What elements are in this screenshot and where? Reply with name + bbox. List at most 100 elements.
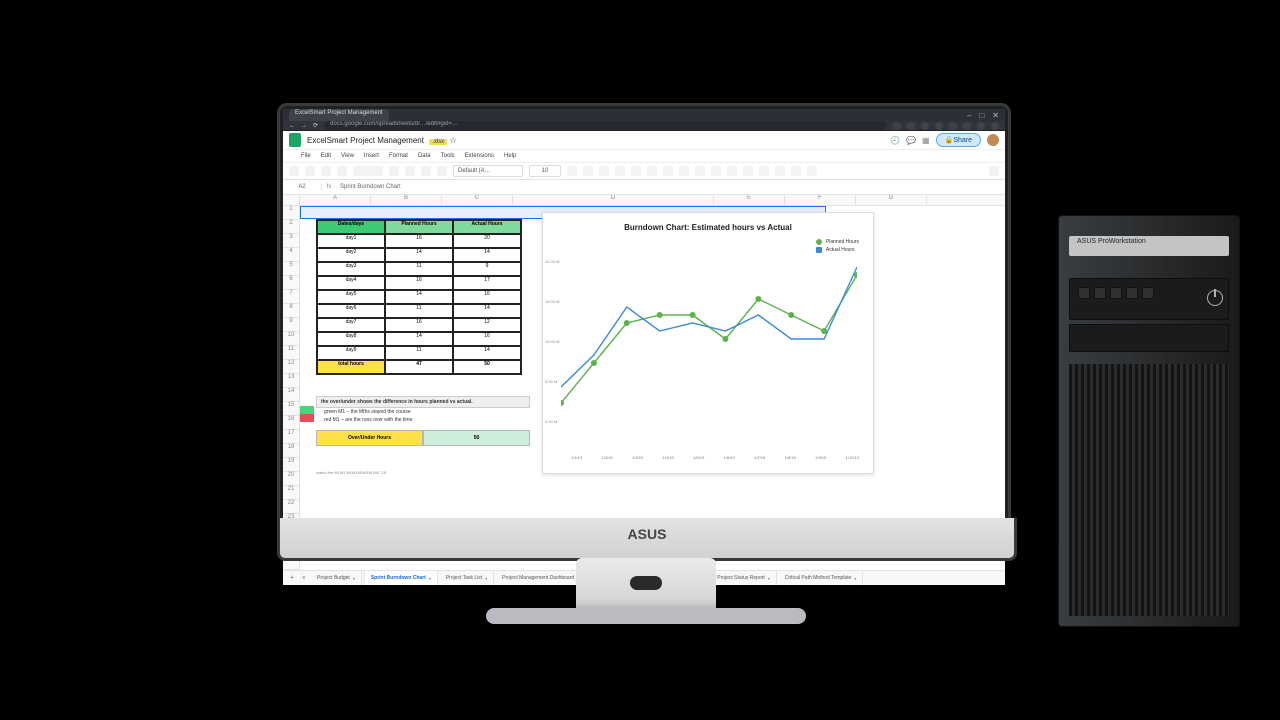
table-cell[interactable]: 12 bbox=[453, 318, 521, 332]
col-header[interactable]: G bbox=[856, 195, 927, 205]
row-header[interactable]: 21 bbox=[283, 486, 299, 500]
td-total-actual[interactable]: 50 bbox=[453, 360, 521, 374]
ext-icon[interactable] bbox=[921, 122, 929, 130]
ext-icon[interactable] bbox=[935, 122, 943, 130]
sheet-tab-menu-icon[interactable]: ▾ bbox=[485, 576, 487, 581]
table-cell[interactable]: day8 bbox=[317, 332, 385, 346]
row-header[interactable]: 22 bbox=[283, 500, 299, 514]
font-size-select[interactable]: 10 bbox=[529, 165, 561, 177]
share-button[interactable]: 🔒 Share bbox=[936, 133, 981, 147]
ext-icon[interactable] bbox=[907, 122, 915, 130]
table-cell[interactable]: 14 bbox=[453, 346, 521, 360]
nav-reload-icon[interactable]: ⟳ bbox=[313, 122, 318, 129]
row-headers[interactable]: 1234567891011121314151617181920212223242… bbox=[283, 206, 300, 570]
decimal-dec-icon[interactable] bbox=[421, 166, 431, 176]
sheet-tab[interactable]: Sprint Burndown Chart▾ bbox=[364, 571, 438, 585]
maximize-icon[interactable]: □ bbox=[979, 111, 984, 120]
th-actual[interactable]: Actual Hours bbox=[453, 220, 521, 234]
row-header[interactable]: 17 bbox=[283, 430, 299, 444]
strike-icon[interactable] bbox=[599, 166, 609, 176]
ext-icon[interactable] bbox=[991, 122, 999, 130]
table-cell[interactable]: day4 bbox=[317, 276, 385, 290]
row-header[interactable]: 7 bbox=[283, 290, 299, 304]
col-header[interactable]: E bbox=[714, 195, 785, 205]
ext-icon[interactable] bbox=[963, 122, 971, 130]
meet-icon[interactable]: ▦ bbox=[922, 136, 930, 145]
ext-icon[interactable] bbox=[893, 122, 901, 130]
table-cell[interactable]: 11 bbox=[385, 262, 453, 276]
cells-canvas[interactable]: Dates/days Planned Hours Actual Hours da… bbox=[300, 206, 1005, 570]
select-all-corner[interactable] bbox=[283, 195, 300, 205]
table-cell[interactable]: 14 bbox=[453, 248, 521, 262]
row-header[interactable]: 19 bbox=[283, 458, 299, 472]
window-controls[interactable]: – □ ✕ bbox=[967, 111, 999, 120]
table-row[interactable]: day61114 bbox=[317, 304, 521, 318]
table-cell[interactable]: 20 bbox=[453, 234, 521, 248]
row-header[interactable]: 12 bbox=[283, 360, 299, 374]
ext-icon[interactable] bbox=[949, 122, 957, 130]
row-header[interactable]: 11 bbox=[283, 346, 299, 360]
table-cell[interactable]: 14 bbox=[385, 248, 453, 262]
row-header[interactable]: 1 bbox=[283, 206, 299, 220]
th-days[interactable]: Dates/days bbox=[317, 220, 385, 234]
sheet-tab[interactable]: Project Task List▾ bbox=[440, 571, 494, 585]
table-row[interactable]: day41617 bbox=[317, 276, 521, 290]
filter-icon[interactable] bbox=[791, 166, 801, 176]
ext-icon[interactable] bbox=[977, 122, 985, 130]
italic-icon[interactable] bbox=[583, 166, 593, 176]
sheet-tab-menu-icon[interactable]: ▾ bbox=[768, 576, 770, 581]
table-cell[interactable]: day9 bbox=[317, 346, 385, 360]
menu-format[interactable]: Format bbox=[389, 153, 408, 159]
col-header[interactable]: A bbox=[300, 195, 371, 205]
table-cell[interactable]: 9 bbox=[453, 262, 521, 276]
table-cell[interactable]: 14 bbox=[453, 304, 521, 318]
wrap-icon[interactable] bbox=[711, 166, 721, 176]
table-row[interactable]: day51416 bbox=[317, 290, 521, 304]
table-cell[interactable]: 16 bbox=[453, 290, 521, 304]
borders-icon[interactable] bbox=[647, 166, 657, 176]
font-select[interactable]: Default (A… bbox=[453, 165, 523, 177]
browser-addressbar[interactable]: ← → ⟳ docs.google.com/spreadsheets/d/…/e… bbox=[283, 121, 1005, 130]
bold-icon[interactable] bbox=[567, 166, 577, 176]
table-cell[interactable]: 16 bbox=[453, 332, 521, 346]
table-cell[interactable]: day5 bbox=[317, 290, 385, 304]
undo-icon[interactable] bbox=[289, 166, 299, 176]
print-icon[interactable] bbox=[321, 166, 331, 176]
col-header[interactable]: C bbox=[442, 195, 513, 205]
table-cell[interactable]: 11 bbox=[385, 304, 453, 318]
nav-back-icon[interactable]: ← bbox=[289, 123, 295, 129]
table-cell[interactable]: 11 bbox=[385, 346, 453, 360]
row-header[interactable]: 10 bbox=[283, 332, 299, 346]
insert-comment-icon[interactable] bbox=[759, 166, 769, 176]
table-cell[interactable]: day7 bbox=[317, 318, 385, 332]
col-header[interactable]: F bbox=[785, 195, 856, 205]
table-cell[interactable]: 16 bbox=[385, 276, 453, 290]
row-header[interactable]: 8 bbox=[283, 304, 299, 318]
browser-titlebar[interactable]: ExcelSmart Project Management – □ ✕ bbox=[283, 109, 1005, 121]
td-total-label[interactable]: total hours bbox=[317, 360, 385, 374]
table-cell[interactable]: 17 bbox=[453, 276, 521, 290]
toolbar-collapse-icon[interactable] bbox=[989, 166, 999, 176]
last-edit-icon[interactable]: 🕘 bbox=[890, 136, 900, 145]
col-header[interactable]: D bbox=[513, 195, 714, 205]
table-row[interactable]: day21414 bbox=[317, 248, 521, 262]
row-header[interactable]: 4 bbox=[283, 248, 299, 262]
sheet-tab-menu-icon[interactable]: ▾ bbox=[353, 576, 355, 581]
extension-icons[interactable] bbox=[893, 122, 999, 130]
fill-color-icon[interactable] bbox=[631, 166, 641, 176]
account-avatar[interactable] bbox=[987, 134, 999, 146]
menu-view[interactable]: View bbox=[341, 153, 354, 159]
functions-icon[interactable] bbox=[807, 166, 817, 176]
power-button-icon[interactable] bbox=[1207, 290, 1223, 306]
url-input[interactable]: docs.google.com/spreadsheets/d/…/edit#gi… bbox=[324, 121, 887, 130]
table-row[interactable]: day71612 bbox=[317, 318, 521, 332]
table-cell[interactable]: 16 bbox=[385, 318, 453, 332]
halign-icon[interactable] bbox=[679, 166, 689, 176]
col-header[interactable]: B bbox=[371, 195, 442, 205]
table-cell[interactable]: 14 bbox=[385, 290, 453, 304]
row-header[interactable]: 3 bbox=[283, 234, 299, 248]
menu-data[interactable]: Data bbox=[418, 153, 431, 159]
table-cell[interactable]: day6 bbox=[317, 304, 385, 318]
menu-edit[interactable]: Edit bbox=[321, 153, 331, 159]
sheet-tab-menu-icon[interactable]: ▾ bbox=[429, 576, 431, 581]
